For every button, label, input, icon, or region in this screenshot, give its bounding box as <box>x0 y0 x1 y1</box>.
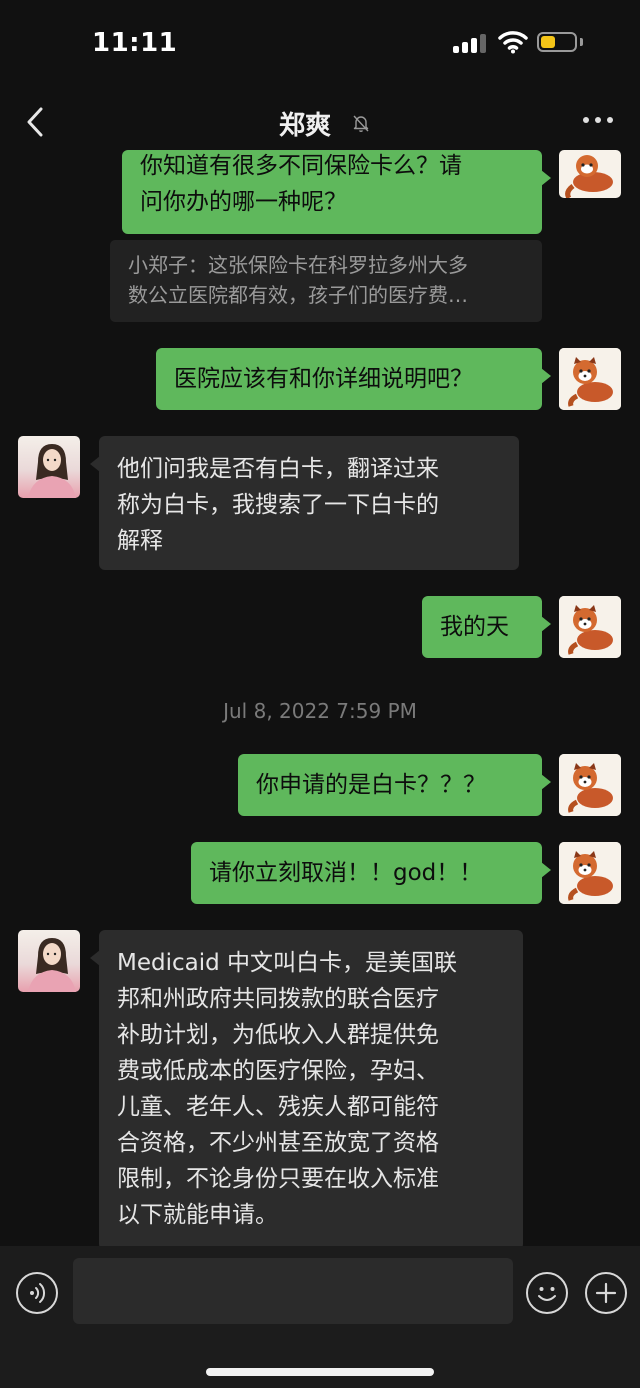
more-icon[interactable] <box>580 115 616 127</box>
message-line: 邦和州政府共同拨款的联合医疗 <box>117 986 439 1012</box>
avatar-red-panda-self[interactable] <box>559 754 621 816</box>
message-timestamp: Jul 8, 2022 7:59 PM <box>223 699 417 723</box>
wifi-icon <box>498 30 528 54</box>
message-line: 合资格，不少州甚至放宽了资格 <box>117 1130 439 1156</box>
avatar-red-panda-self[interactable] <box>559 348 621 410</box>
message-bubble-outgoing[interactable]: 医院应该有和你详细说明吧？ <box>156 348 551 410</box>
chat-title-text: 郑爽 <box>278 111 331 141</box>
message-line: 解释 <box>117 528 163 554</box>
avatar-contact[interactable] <box>18 436 80 498</box>
emoji-icon[interactable] <box>526 1272 568 1314</box>
message-line: 儿童、老年人、残疾人都可能符 <box>117 1094 439 1120</box>
message-line: 称为白卡，我搜索了一下白卡的 <box>117 492 439 518</box>
avatar-red-panda-self[interactable] <box>559 842 621 904</box>
message-bubble-outgoing[interactable]: 我的天 <box>422 596 551 658</box>
message-input[interactable] <box>73 1258 513 1324</box>
avatar-red-panda-self[interactable] <box>559 596 621 658</box>
message-line: 费或低成本的医疗保险，孕妇、 <box>117 1058 439 1084</box>
chat-title: 郑爽 <box>0 105 640 142</box>
message-line: 补助计划，为低收入人群提供免 <box>117 1022 439 1048</box>
message-line: 以下就能申请。 <box>117 1202 278 1228</box>
avatar-red-panda-self[interactable] <box>559 150 621 198</box>
message-bubble-incoming[interactable]: 他们问我是否有白卡，翻译过来 称为白卡，我搜索了一下白卡的 解释 <box>90 436 519 570</box>
message-line: 限制，不论身份只要在收入标准 <box>117 1166 439 1192</box>
battery-icon <box>537 32 577 52</box>
quoted-line: 数公立医院都有效，孩子们的医疗费… <box>128 283 468 307</box>
status-time: 11:11 <box>92 28 178 58</box>
message-line: Medicaid 中文叫白卡，是美国联 <box>117 950 458 976</box>
mute-icon <box>351 113 371 133</box>
message-line: 问你办的哪一种呢？ <box>140 189 347 215</box>
message-bubble-outgoing[interactable]: 你知道有很多不同保险卡么？请 问你办的哪一种呢？ <box>122 148 551 234</box>
message-text: 你知道有很多不同保险卡么？请 问你办的哪一种呢？ <box>140 148 524 220</box>
message-bubble-outgoing[interactable]: 请你立刻取消！！god！！ <box>191 842 551 904</box>
message-line: 我的天 <box>440 614 509 640</box>
cellular-signal-icon <box>453 33 489 53</box>
avatar-contact[interactable] <box>18 930 80 992</box>
quoted-line: 小郑子：这张保险卡在科罗拉多州大多 <box>128 253 468 277</box>
battery-cap <box>580 38 583 46</box>
message-line: 请你立刻取消！！god！！ <box>209 860 483 886</box>
message-line: 医院应该有和你详细说明吧？ <box>174 366 473 392</box>
message-bubble-incoming[interactable]: Medicaid 中文叫白卡，是美国联 邦和州政府共同拨款的联合医疗 补助计划，… <box>90 930 523 1250</box>
quoted-reply[interactable]: 小郑子：这张保险卡在科罗拉多州大多 数公立医院都有效，孩子们的医疗费… <box>110 240 542 322</box>
message-line: 他们问我是否有白卡，翻译过来 <box>117 456 439 482</box>
message-line: 你知道有很多不同保险卡么？请 <box>140 153 462 179</box>
home-indicator[interactable] <box>206 1368 434 1376</box>
message-line: 你申请的是白卡？？？ <box>256 772 486 798</box>
voice-icon[interactable] <box>16 1272 58 1314</box>
plus-icon[interactable] <box>585 1272 627 1314</box>
message-bubble-outgoing[interactable]: 你申请的是白卡？？？ <box>238 754 551 816</box>
